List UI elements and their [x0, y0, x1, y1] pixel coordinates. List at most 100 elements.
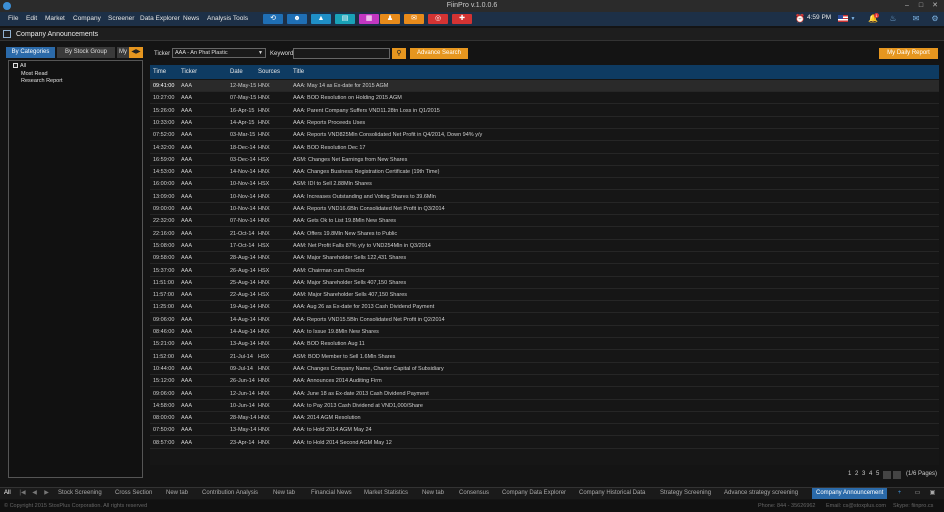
- workspace-tab[interactable]: Financial News: [311, 490, 352, 496]
- workspace-tab[interactable]: New tab: [422, 490, 444, 496]
- menu-company[interactable]: Company: [73, 15, 101, 22]
- screen-icon[interactable]: ▭: [913, 489, 922, 498]
- column-date[interactable]: Date: [230, 69, 243, 75]
- tree-item-research-report[interactable]: Research Report: [21, 78, 63, 84]
- company-profile-icon[interactable]: ☻: [287, 14, 307, 24]
- workspace-tab[interactable]: Stock Screening: [58, 490, 102, 496]
- table-row[interactable]: 13:09:00 AAA 10-Nov-14 HNX AAA: Increases Ou…: [150, 191, 939, 203]
- tab-by-categories[interactable]: By Categories: [6, 47, 55, 58]
- menu-file[interactable]: File: [8, 15, 18, 22]
- close-icon[interactable]: ✕: [928, 1, 942, 11]
- table-row[interactable]: 11:51:00 AAA 25-Aug-14 HNX AAA: Major Shareh…: [150, 277, 939, 289]
- page-5[interactable]: 5: [876, 471, 879, 477]
- workspace-tab[interactable]: Company Historical Data: [579, 490, 645, 496]
- table-row[interactable]: 07:50:00 AAA 13-May-14 HNX AAA: to Hold 2014…: [150, 424, 939, 437]
- ticker-select[interactable]: AAA - An Phat Plastic ▼: [172, 48, 266, 58]
- table-row[interactable]: 15:12:00 AAA 26-Jun-14 HNX AAA: Announces 20…: [150, 375, 939, 388]
- table-row[interactable]: 22:32:00 AAA 07-Nov-14 HNX AAA: Gets Ok to L…: [150, 215, 939, 228]
- search-icon[interactable]: ⚲: [392, 48, 406, 59]
- tab-my[interactable]: My: [117, 47, 129, 58]
- tree-item-most-read[interactable]: Most Read: [21, 71, 48, 77]
- news-icon[interactable]: ✉: [404, 14, 424, 24]
- target-icon[interactable]: ◎: [428, 14, 448, 24]
- workspace-tab[interactable]: Company Announcement: [812, 488, 888, 499]
- add-icon[interactable]: ✚: [452, 14, 472, 24]
- next-tab-icon[interactable]: ▶: [42, 489, 51, 498]
- next-page-icon[interactable]: [883, 471, 891, 479]
- workspace-tab[interactable]: Strategy Screening: [660, 490, 711, 496]
- settings-icon[interactable]: ⚙: [930, 14, 940, 24]
- table-row[interactable]: 14:53:00 AAA 14-Nov-14 HNX AAA: Changes Busi…: [150, 166, 939, 179]
- column-title[interactable]: Title: [293, 69, 304, 75]
- alarm-clock-icon[interactable]: ⏰: [795, 14, 805, 24]
- column-time[interactable]: Time: [153, 69, 166, 75]
- chat-icon[interactable]: ✉: [911, 14, 921, 24]
- workspace-tab[interactable]: Advance strategy screening: [724, 490, 798, 496]
- table-row[interactable]: 09:06:00 AAA 12-Jun-14 HNX AAA: June 18 as E…: [150, 388, 939, 400]
- table-row[interactable]: 08:57:00 AAA 23-Apr-14 HNX AAA: to Hold 2014…: [150, 437, 939, 449]
- column-sources[interactable]: Sources: [258, 69, 280, 75]
- table-row[interactable]: 11:57:00 AAA 22-Aug-14 HSX AAM: Major Shareh…: [150, 289, 939, 302]
- table-row[interactable]: 10:44:00 AAA 09-Jul-14 HNX AAA: Changes Comp…: [150, 363, 939, 375]
- tree-item-all[interactable]: All: [13, 63, 26, 69]
- page-4[interactable]: 4: [869, 471, 872, 477]
- tab-by-stock-group[interactable]: By Stock Group: [57, 47, 115, 58]
- table-row[interactable]: 10:27:00 AAA 07-May-15 HNX AAA: BOD Resoluti…: [150, 92, 939, 105]
- keyword-input[interactable]: [293, 48, 390, 59]
- add-tab-icon[interactable]: +: [895, 489, 904, 498]
- prev-tab-icon[interactable]: ◀: [30, 489, 39, 498]
- group-icon[interactable]: ♟: [380, 14, 400, 24]
- menu-market[interactable]: Market: [45, 15, 65, 22]
- menu-data-explorer[interactable]: Data Explorer: [140, 15, 180, 22]
- menu-edit[interactable]: Edit: [26, 15, 37, 22]
- table-row[interactable]: 15:37:00 AAA 26-Aug-14 HSX AAM: Chairman cum…: [150, 265, 939, 277]
- workspace-tab[interactable]: Cross Section: [115, 490, 152, 496]
- checkbox-icon[interactable]: [13, 63, 18, 69]
- language-dropdown-icon[interactable]: ▼: [848, 14, 858, 24]
- column-ticker[interactable]: Ticker: [181, 69, 197, 75]
- page-3[interactable]: 3: [862, 471, 865, 477]
- advance-search-button[interactable]: Advance Search: [410, 48, 468, 59]
- table-row[interactable]: 09:58:00 AAA 28-Aug-14 HNX AAA: Major Shareh…: [150, 252, 939, 265]
- table-row[interactable]: 11:52:00 AAA 21-Jul-14 HSX ASM: BOD Member t…: [150, 351, 939, 363]
- workspace-tab[interactable]: New tab: [166, 490, 188, 496]
- table-row[interactable]: 07:52:00 AAA 03-Mar-15 HNX AAA: Reports VND8…: [150, 129, 939, 142]
- menu-news[interactable]: News: [183, 15, 199, 22]
- chart-icon[interactable]: ▲: [311, 14, 331, 24]
- screener-icon[interactable]: ▦: [359, 14, 379, 24]
- table-row[interactable]: 22:16:00 AAA 21-Oct-14 HNX AAA: Offers 19.8M…: [150, 228, 939, 240]
- table-row[interactable]: 16:00:00 AAA 10-Nov-14 HSX ASM: IDI to Sell …: [150, 178, 939, 191]
- alert-icon[interactable]: ♨: [888, 14, 898, 24]
- table-row[interactable]: 09:41:00 AAA 12-May-15 HNX AAA: May 14 as Ex…: [150, 80, 939, 92]
- minimize-icon[interactable]: –: [900, 1, 914, 11]
- lock-icon[interactable]: ▣: [928, 489, 937, 498]
- market-overview-icon[interactable]: ⟲: [263, 14, 283, 24]
- table-row[interactable]: 15:08:00 AAA 17-Oct-14 HSX AAM: Net Profit F…: [150, 240, 939, 252]
- menu-analysis-tools[interactable]: Analysis Tools: [207, 15, 248, 22]
- table-row[interactable]: 16:59:00 AAA 03-Dec-14 HSX ASM: Changes Net …: [150, 154, 939, 166]
- maximize-icon[interactable]: □: [914, 1, 928, 11]
- table-row[interactable]: 11:25:00 AAA 19-Aug-14 HNX AAA: Aug 26 as Ex…: [150, 301, 939, 314]
- table-row[interactable]: 15:26:00 AAA 16-Apr-15 HNX AAA: Parent Compa…: [150, 105, 939, 117]
- page-2[interactable]: 2: [855, 471, 858, 477]
- last-page-icon[interactable]: [893, 471, 901, 479]
- us-flag-icon[interactable]: [838, 15, 848, 22]
- tab-scroll-icon[interactable]: ◀▶: [129, 47, 143, 58]
- workspace-tab[interactable]: Market Statistics: [364, 490, 408, 496]
- table-row[interactable]: 14:58:00 AAA 10-Jun-14 HNX AAA: to Pay 2013 …: [150, 400, 939, 412]
- table-row[interactable]: 09:06:00 AAA 14-Aug-14 HNX AAA: Reports VND1…: [150, 314, 939, 326]
- report-icon[interactable]: ▤: [335, 14, 355, 24]
- tab-all[interactable]: All: [4, 490, 11, 496]
- table-row[interactable]: 09:00:00 AAA 10-Nov-14 HNX AAA: Reports VND1…: [150, 203, 939, 215]
- workspace-tab[interactable]: Contribution Analysis: [202, 490, 258, 496]
- table-row[interactable]: 08:00:00 AAA 28-May-14 HNX AAA: 2014 AGM Res…: [150, 412, 939, 425]
- page-1[interactable]: 1: [848, 471, 851, 477]
- table-row[interactable]: 10:33:00 AAA 14-Apr-15 HNX AAA: Reports Proc…: [150, 117, 939, 129]
- first-tab-icon[interactable]: |◀: [18, 489, 27, 498]
- workspace-tab[interactable]: New tab: [273, 490, 295, 496]
- table-row[interactable]: 15:21:00 AAA 13-Aug-14 HNX AAA: BOD Resoluti…: [150, 338, 939, 351]
- table-row[interactable]: 14:32:00 AAA 18-Dec-14 HNX AAA: BOD Resoluti…: [150, 142, 939, 154]
- my-daily-report-button[interactable]: My Daily Report: [879, 48, 938, 59]
- table-row[interactable]: 08:46:00 AAA 14-Aug-14 HNX AAA: to Issue 19.…: [150, 326, 939, 338]
- menu-screener[interactable]: Screener: [108, 15, 134, 22]
